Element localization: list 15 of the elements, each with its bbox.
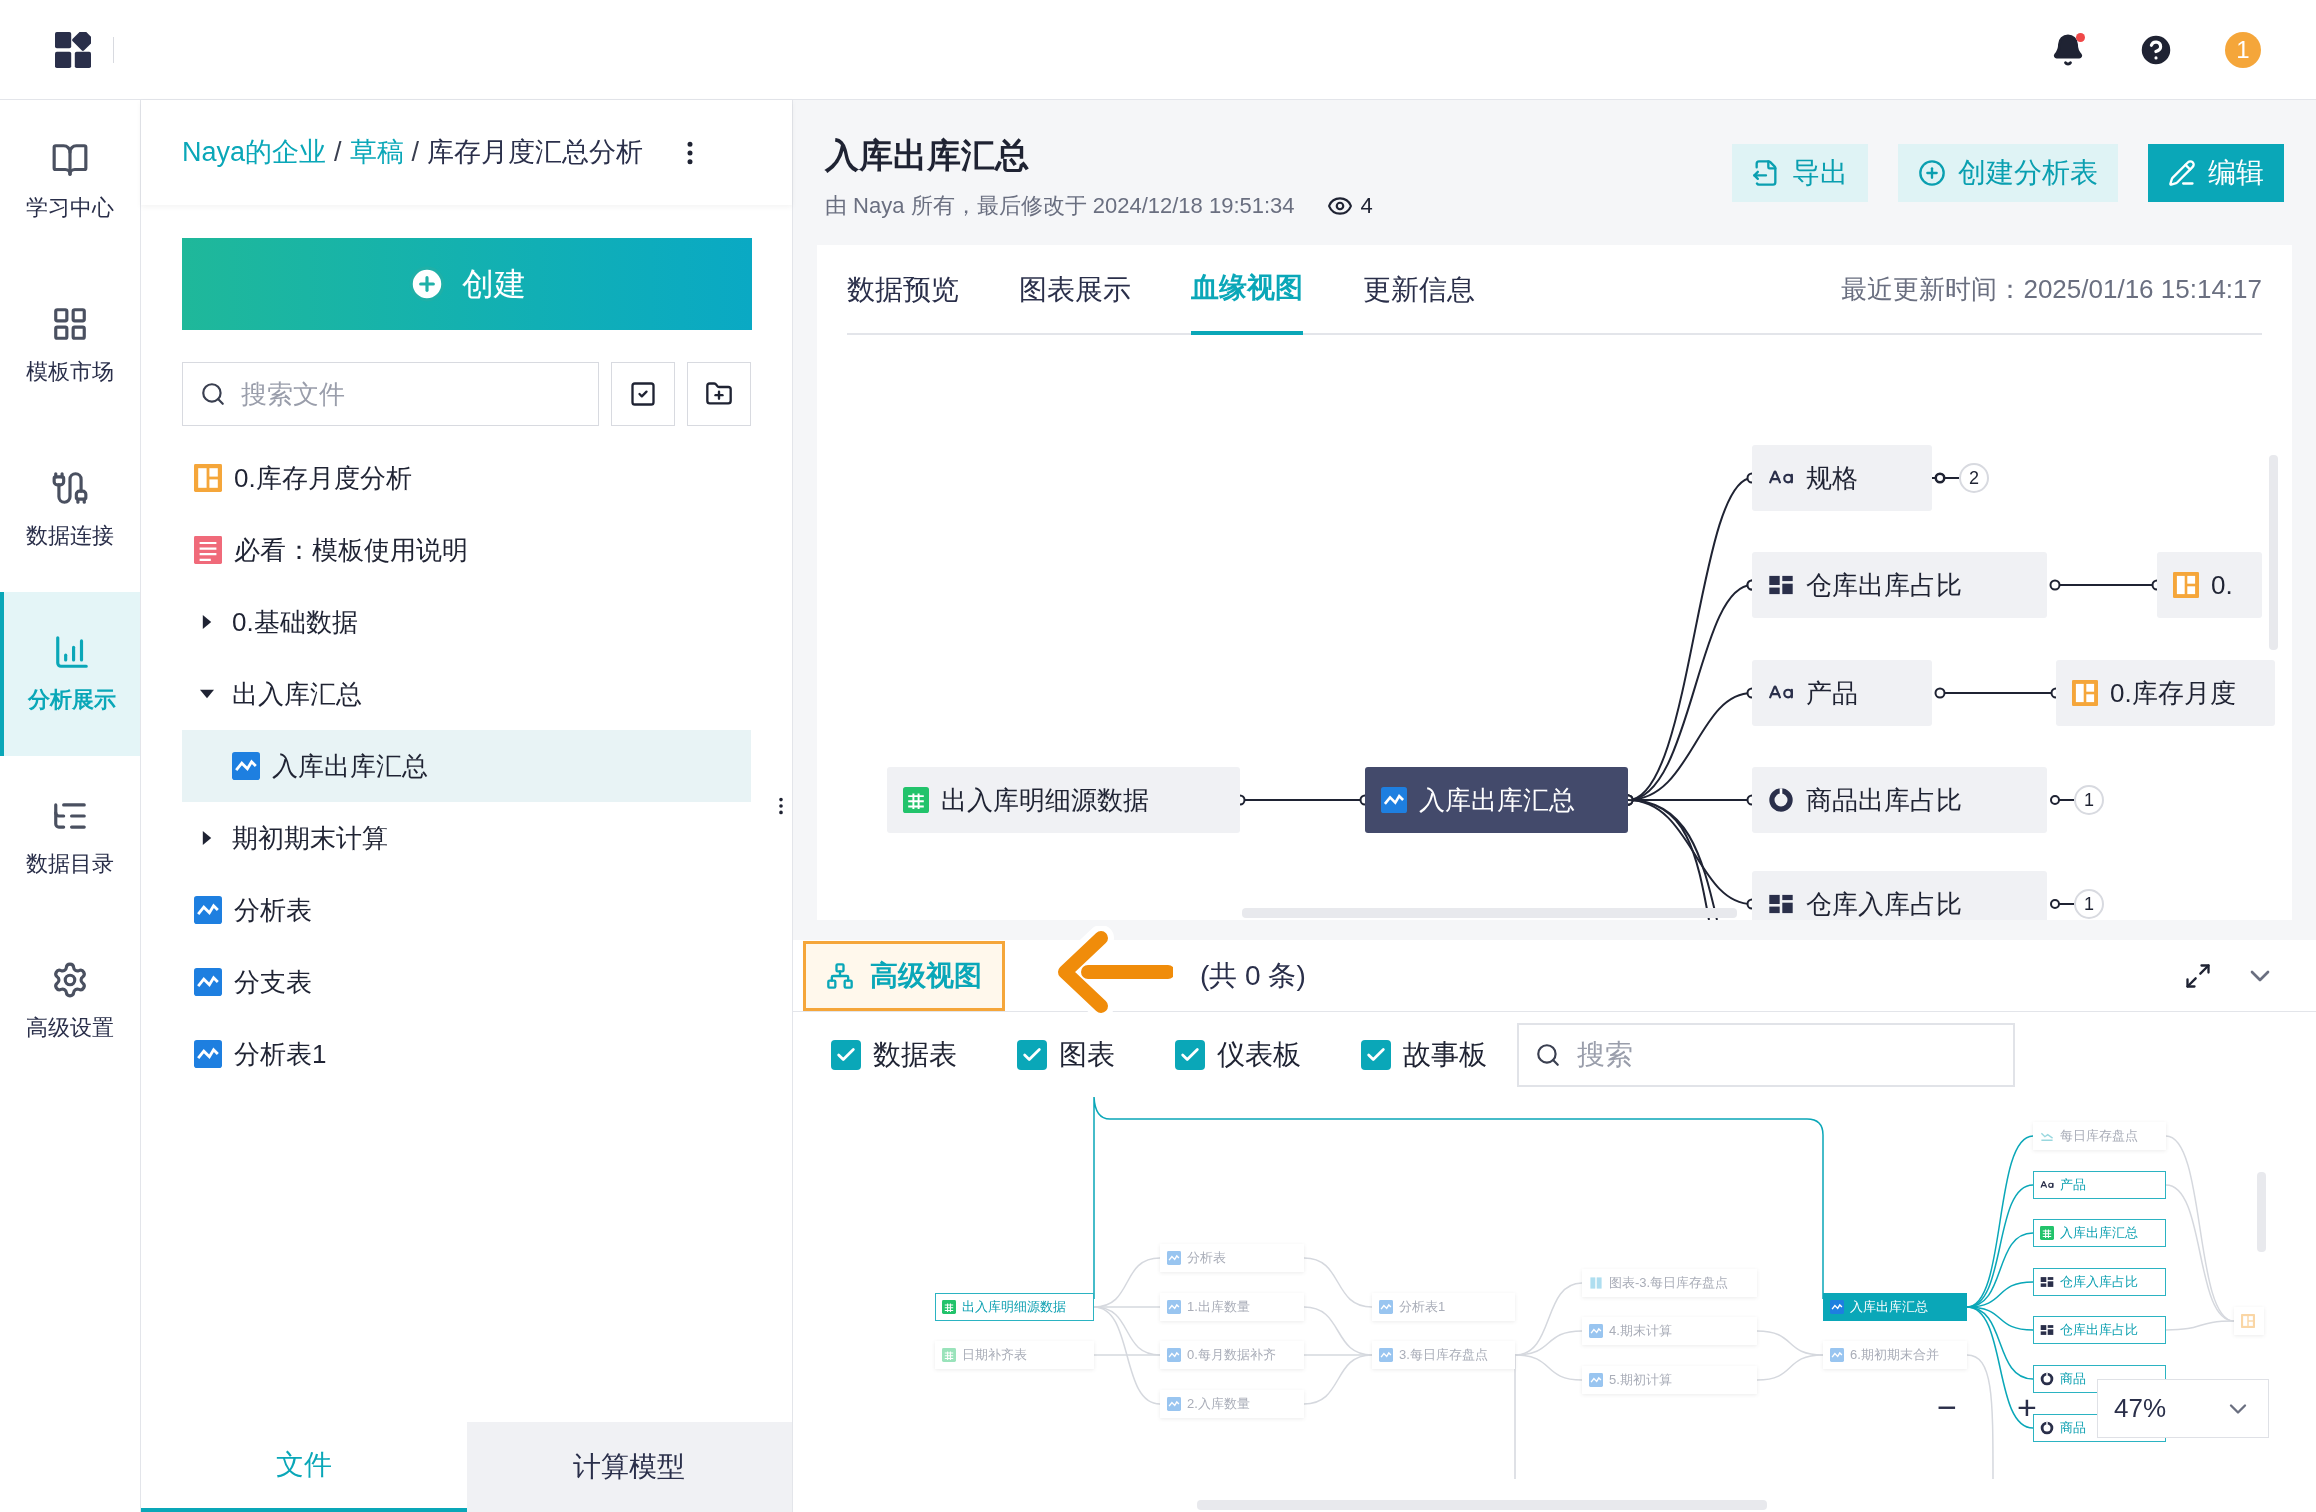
count-badge: 1 (2074, 785, 2104, 815)
count-badge: 1 (2074, 889, 2104, 919)
last-updated: 最近更新时间：2025/01/16 15:14:17 (1841, 273, 2262, 306)
breadcrumb-separator: / (411, 136, 420, 170)
breadcrumb-separator: / (334, 136, 342, 170)
count-badge: 2 (1959, 463, 1989, 493)
page-title: 入库出库汇总 (825, 135, 1030, 176)
checkbox-label: 仪表板 (1217, 1037, 1301, 1072)
breadcrumb-current: 库存月度汇总分析 (427, 136, 644, 170)
modified-info: 由 Naya 所有，最后修改于 2024/12/18 19:51:34 (825, 192, 1295, 220)
view-count: 4 (1360, 192, 1373, 220)
checkbox-label: 数据表 (873, 1037, 957, 1072)
checkbox-label: 故事板 (1403, 1037, 1487, 1072)
record-count: (共 0 条) (1200, 958, 1306, 993)
checkbox-label: 图表 (1059, 1037, 1115, 1072)
